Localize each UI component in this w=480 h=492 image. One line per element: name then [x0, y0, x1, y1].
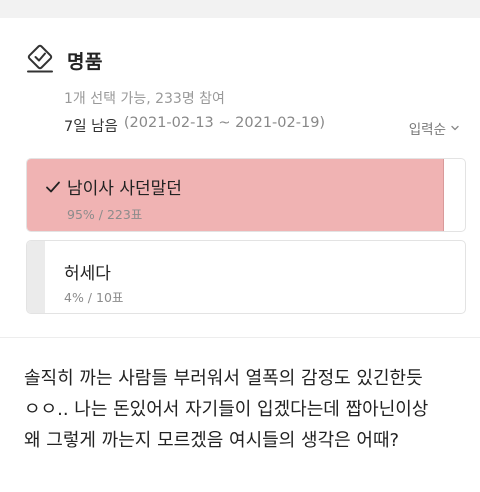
top-strip: [0, 0, 480, 18]
sort-dropdown[interactable]: 입력순: [409, 118, 460, 138]
deadline-range: (2021-02-13 ~ 2021-02-19): [123, 115, 326, 131]
post-line: 왜 그렇게 까는지 모르겠음 여시들의 생각은 어때?: [24, 430, 400, 451]
post-line: ㅇㅇ.. 나는 돈있어서 자기들이 입겠다는데 짭아닌이상: [24, 399, 429, 420]
poll-deadline: 7일 남음 (2021-02-13 ~ 2021-02-19): [64, 115, 325, 136]
poll-option-2[interactable]: 허세다 4% / 10표: [26, 240, 466, 314]
option-1-label-row: 남이사 사던말던: [45, 174, 182, 199]
check-icon: [46, 181, 60, 192]
poll-title: 명품: [67, 50, 103, 73]
option-2-label-row: 허세다: [64, 259, 111, 284]
option-2-label: 허세다: [64, 264, 111, 284]
sort-label: 입력순: [408, 122, 446, 138]
option-2-fill-bar: [27, 241, 45, 313]
chevron-down-icon: [451, 125, 459, 131]
deadline-remaining: 7일 남음: [64, 119, 118, 135]
poll-meta: 1개 선택 가능, 233명 참여: [64, 91, 225, 107]
option-1-label: 남이사 사던말던: [67, 179, 182, 199]
poll-option-1[interactable]: 남이사 사던말던 95% / 223표: [26, 158, 466, 232]
post-line: 솔직히 까는 사람들 부러워서 열폭의 감정도 있긴한듯: [24, 368, 423, 389]
poll-card: 명품 1개 선택 가능, 233명 참여 7일 남음 (2021-02-13 ~…: [0, 18, 480, 336]
section-divider: [0, 337, 480, 338]
poll-header: 명품: [24, 42, 103, 78]
option-2-stat: 4% / 10표: [64, 290, 124, 305]
post-body: 솔직히 까는 사람들 부러워서 열폭의 감정도 있긴한듯 ㅇㅇ.. 나는 돈있어…: [24, 363, 464, 456]
option-1-stat: 95% / 223표: [67, 207, 143, 222]
vote-icon: [27, 44, 53, 73]
